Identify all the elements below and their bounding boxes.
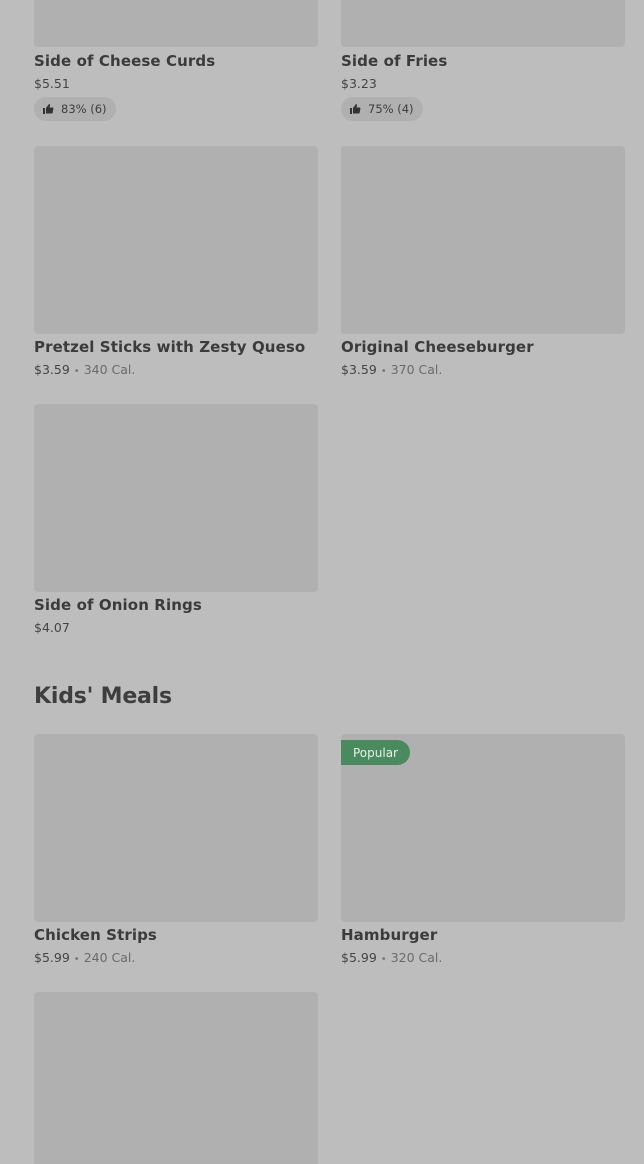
item-image[interactable] bbox=[341, 0, 625, 47]
item-image[interactable] bbox=[34, 404, 318, 592]
menu-item-card[interactable]: Chicken Strips $5.99 • 240 Cal. bbox=[34, 734, 318, 965]
item-name: Hamburger bbox=[341, 926, 438, 944]
item-price: $5.51 bbox=[34, 76, 70, 91]
item-price-value: $3.59 bbox=[34, 362, 70, 377]
rating-pill: 75% (4) bbox=[341, 97, 423, 121]
item-price-calories: $3.59 • 340 Cal. bbox=[34, 362, 135, 377]
menu-item-card[interactable]: Original Cheeseburger $3.59 • 370 Cal. bbox=[341, 146, 625, 377]
menu-item-card[interactable]: Popular Hamburger $5.99 • 320 Cal. bbox=[341, 734, 625, 965]
rating-text: 75% (4) bbox=[368, 102, 414, 116]
item-image[interactable] bbox=[34, 0, 318, 47]
item-name: Side of Fries bbox=[341, 52, 448, 70]
item-price: $4.07 bbox=[34, 620, 70, 635]
item-image[interactable] bbox=[34, 146, 318, 334]
section-title-kids-meals: Kids' Meals bbox=[34, 684, 172, 709]
item-price-value: $3.59 bbox=[341, 362, 377, 377]
menu-item-card[interactable]: Pretzel Sticks with Zesty Queso $3.59 • 34… bbox=[34, 146, 318, 377]
item-image[interactable]: Popular bbox=[341, 734, 625, 922]
item-price-calories: $3.59 • 370 Cal. bbox=[341, 362, 442, 377]
item-name: Side of Onion Rings bbox=[34, 596, 202, 614]
rating-pill: 83% (6) bbox=[34, 97, 116, 121]
item-price-calories: $5.99 • 240 Cal. bbox=[34, 950, 135, 965]
item-calories: 240 Cal. bbox=[83, 950, 136, 965]
item-name: Original Cheeseburger bbox=[341, 338, 534, 356]
item-name: Pretzel Sticks with Zesty Queso bbox=[34, 338, 306, 356]
item-name: Chicken Strips bbox=[34, 926, 157, 944]
item-price-value: $5.99 bbox=[341, 950, 377, 965]
item-image[interactable] bbox=[341, 146, 625, 334]
thumbs-up-icon bbox=[350, 104, 361, 114]
item-price-calories: $5.99 • 320 Cal. bbox=[341, 950, 442, 965]
item-calories: 340 Cal. bbox=[83, 362, 136, 377]
item-name: Side of Cheese Curds bbox=[34, 52, 216, 70]
rating-text: 83% (6) bbox=[61, 102, 107, 116]
thumbs-up-icon bbox=[43, 104, 54, 114]
menu-item-card[interactable] bbox=[34, 992, 318, 1164]
separator-dot: • bbox=[73, 366, 80, 377]
menu-item-card[interactable]: Side of Cheese Curds $5.51 83% (6) bbox=[34, 0, 318, 121]
menu-page: Side of Cheese Curds $5.51 83% (6) Side … bbox=[0, 0, 644, 1164]
item-price-value: $5.99 bbox=[34, 950, 70, 965]
separator-dot: • bbox=[380, 366, 387, 377]
item-price-value: $4.07 bbox=[34, 620, 70, 635]
separator-dot: • bbox=[73, 954, 80, 965]
separator-dot: • bbox=[380, 954, 387, 965]
item-calories: 370 Cal. bbox=[390, 362, 443, 377]
item-calories: 320 Cal. bbox=[390, 950, 443, 965]
menu-item-card[interactable]: Side of Onion Rings $4.07 bbox=[34, 404, 318, 635]
item-image[interactable] bbox=[34, 992, 318, 1164]
item-price-value: $3.23 bbox=[341, 76, 377, 91]
menu-item-card[interactable]: Side of Fries $3.23 75% (4) bbox=[341, 0, 625, 121]
popular-badge: Popular bbox=[341, 740, 410, 765]
item-price: $3.23 bbox=[341, 76, 377, 91]
item-image[interactable] bbox=[34, 734, 318, 922]
item-price-value: $5.51 bbox=[34, 76, 70, 91]
